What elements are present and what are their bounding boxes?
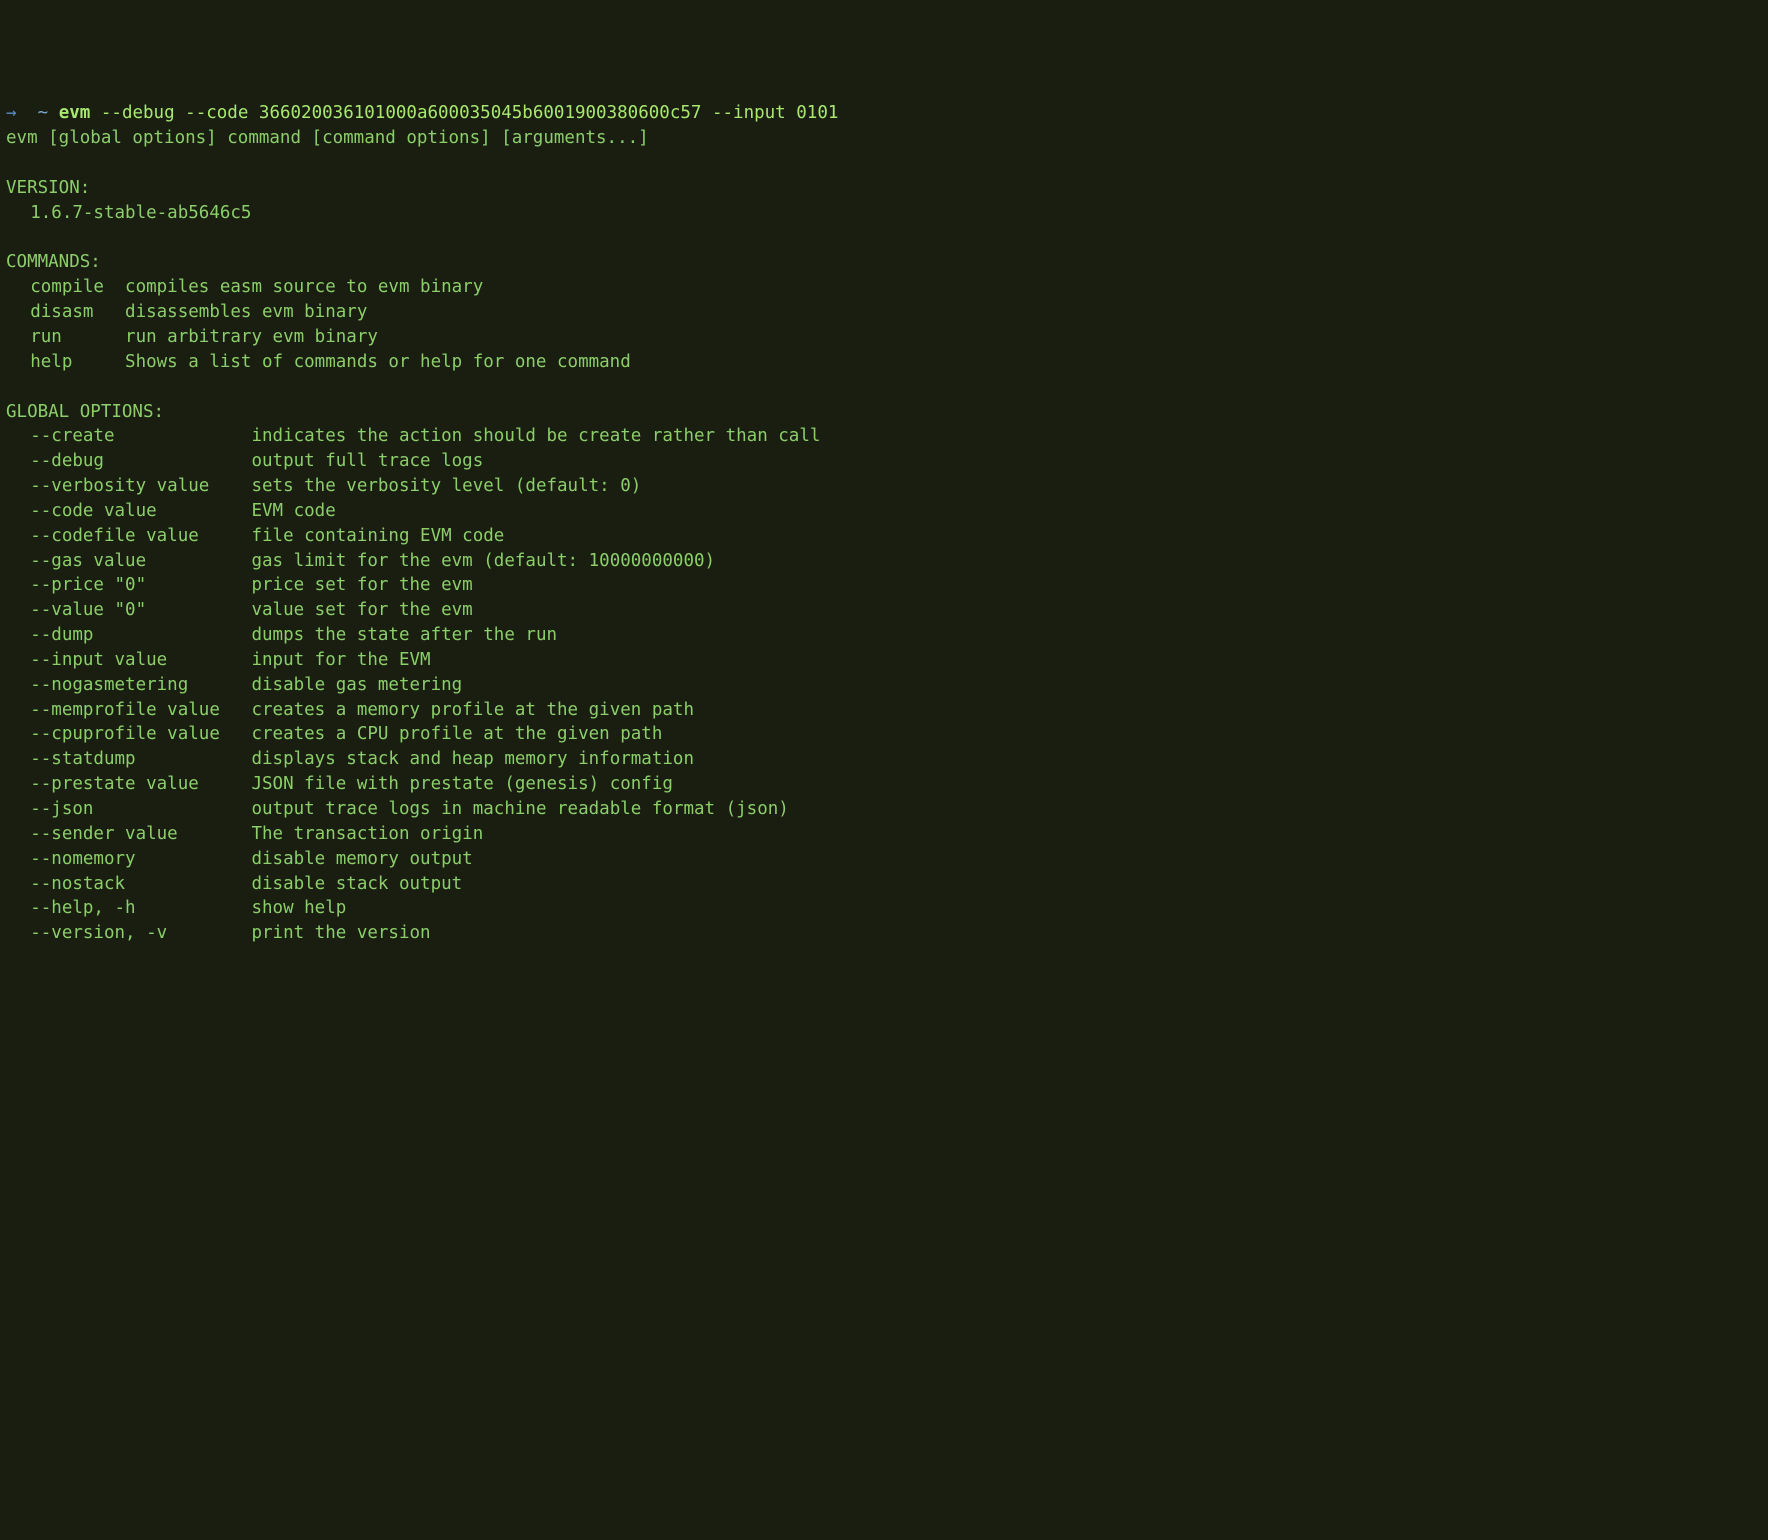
prompt-line: → ~ evm --debug --code 366020036101000a6… <box>6 103 838 123</box>
option-desc: gas limit for the evm (default: 10000000… <box>251 551 715 571</box>
option-row: --price "0"price set for the evm <box>6 575 473 595</box>
option-row: --statdumpdisplays stack and heap memory… <box>6 749 694 769</box>
command-row: runrun arbitrary evm binary <box>6 327 378 347</box>
option-desc: input for the EVM <box>251 650 430 670</box>
option-row: --createindicates the action should be c… <box>6 426 820 446</box>
prompt-tilde: ~ <box>38 103 49 123</box>
option-desc: disable stack output <box>251 874 462 894</box>
command-row: disasmdisassembles evm binary <box>6 302 367 322</box>
option-row: --code valueEVM code <box>6 501 336 521</box>
option-row: --value "0"value set for the evm <box>6 600 473 620</box>
option-flag: --statdump <box>30 747 251 772</box>
command-args: --debug --code 366020036101000a600035045… <box>101 103 839 123</box>
blank-line <box>6 375 1762 400</box>
option-row: --dumpdumps the state after the run <box>6 625 557 645</box>
option-flag: --input value <box>30 648 251 673</box>
option-desc: file containing EVM code <box>251 526 504 546</box>
option-flag: --sender value <box>30 822 251 847</box>
option-desc: price set for the evm <box>251 575 472 595</box>
option-flag: --cpuprofile value <box>30 722 251 747</box>
version-value: 1.6.7-stable-ab5646c5 <box>6 203 251 223</box>
blank-line <box>6 151 1762 176</box>
option-flag: --help, -h <box>30 896 251 921</box>
option-flag: --gas value <box>30 549 251 574</box>
option-row: --debugoutput full trace logs <box>6 451 483 471</box>
option-desc: JSON file with prestate (genesis) config <box>251 774 672 794</box>
option-flag: --value "0" <box>30 598 251 623</box>
global-options-header: GLOBAL OPTIONS: <box>6 402 164 422</box>
option-flag: --debug <box>30 449 251 474</box>
option-desc: output full trace logs <box>251 451 483 471</box>
terminal-output: → ~ evm --debug --code 366020036101000a6… <box>6 101 1762 946</box>
option-row: --nomemorydisable memory output <box>6 849 473 869</box>
option-flag: --version, -v <box>30 921 251 946</box>
option-flag: --memprofile value <box>30 698 251 723</box>
option-row: --jsonoutput trace logs in machine reada… <box>6 799 789 819</box>
command-name: evm <box>59 103 91 123</box>
option-row: --cpuprofile valuecreates a CPU profile … <box>6 724 662 744</box>
option-row: --gas valuegas limit for the evm (defaul… <box>6 551 715 571</box>
option-desc: creates a CPU profile at the given path <box>251 724 662 744</box>
option-desc: disable memory output <box>251 849 472 869</box>
command-item-desc: run arbitrary evm binary <box>125 327 378 347</box>
option-desc: creates a memory profile at the given pa… <box>251 700 694 720</box>
option-row: --version, -vprint the version <box>6 923 431 943</box>
option-flag: --verbosity value <box>30 474 251 499</box>
option-flag: --dump <box>30 623 251 648</box>
option-row: --codefile valuefile containing EVM code <box>6 526 504 546</box>
option-flag: --code value <box>30 499 251 524</box>
option-flag: --codefile value <box>30 524 251 549</box>
option-row: --prestate valueJSON file with prestate … <box>6 774 673 794</box>
version-header: VERSION: <box>6 178 90 198</box>
blank-line <box>6 226 1762 251</box>
option-row: --nogasmeteringdisable gas metering <box>6 675 462 695</box>
command-item-name: help <box>30 350 125 375</box>
command-item-desc: compiles easm source to evm binary <box>125 277 483 297</box>
option-flag: --nogasmetering <box>30 673 251 698</box>
option-flag: --prestate value <box>30 772 251 797</box>
option-desc: EVM code <box>251 501 335 521</box>
option-desc: sets the verbosity level (default: 0) <box>251 476 641 496</box>
option-flag: --nomemory <box>30 847 251 872</box>
commands-header: COMMANDS: <box>6 252 101 272</box>
option-row: --verbosity valuesets the verbosity leve… <box>6 476 641 496</box>
option-desc: show help <box>251 898 346 918</box>
command-item-desc: disassembles evm binary <box>125 302 367 322</box>
option-desc: print the version <box>251 923 430 943</box>
option-desc: disable gas metering <box>251 675 462 695</box>
option-desc: indicates the action should be create ra… <box>251 426 820 446</box>
option-flag: --json <box>30 797 251 822</box>
global-options-list: --createindicates the action should be c… <box>6 424 1762 946</box>
command-item-name: run <box>30 325 125 350</box>
option-desc: The transaction origin <box>251 824 483 844</box>
command-row: helpShows a list of commands or help for… <box>6 352 631 372</box>
option-row: --sender valueThe transaction origin <box>6 824 483 844</box>
commands-list: compilecompiles easm source to evm binar… <box>6 275 1762 374</box>
prompt-arrow-icon: → <box>6 103 17 123</box>
command-row: compilecompiles easm source to evm binar… <box>6 277 483 297</box>
command-item-name: disasm <box>30 300 125 325</box>
option-row: --help, -hshow help <box>6 898 346 918</box>
usage-line: evm [global options] command [command op… <box>6 128 649 148</box>
option-row: --input valueinput for the EVM <box>6 650 431 670</box>
option-desc: displays stack and heap memory informati… <box>251 749 694 769</box>
option-flag: --create <box>30 424 251 449</box>
command-item-name: compile <box>30 275 125 300</box>
option-row: --nostackdisable stack output <box>6 874 462 894</box>
option-row: --memprofile valuecreates a memory profi… <box>6 700 694 720</box>
option-flag: --price "0" <box>30 573 251 598</box>
command-item-desc: Shows a list of commands or help for one… <box>125 352 631 372</box>
option-desc: output trace logs in machine readable fo… <box>251 799 788 819</box>
option-flag: --nostack <box>30 872 251 897</box>
option-desc: value set for the evm <box>251 600 472 620</box>
option-desc: dumps the state after the run <box>251 625 557 645</box>
